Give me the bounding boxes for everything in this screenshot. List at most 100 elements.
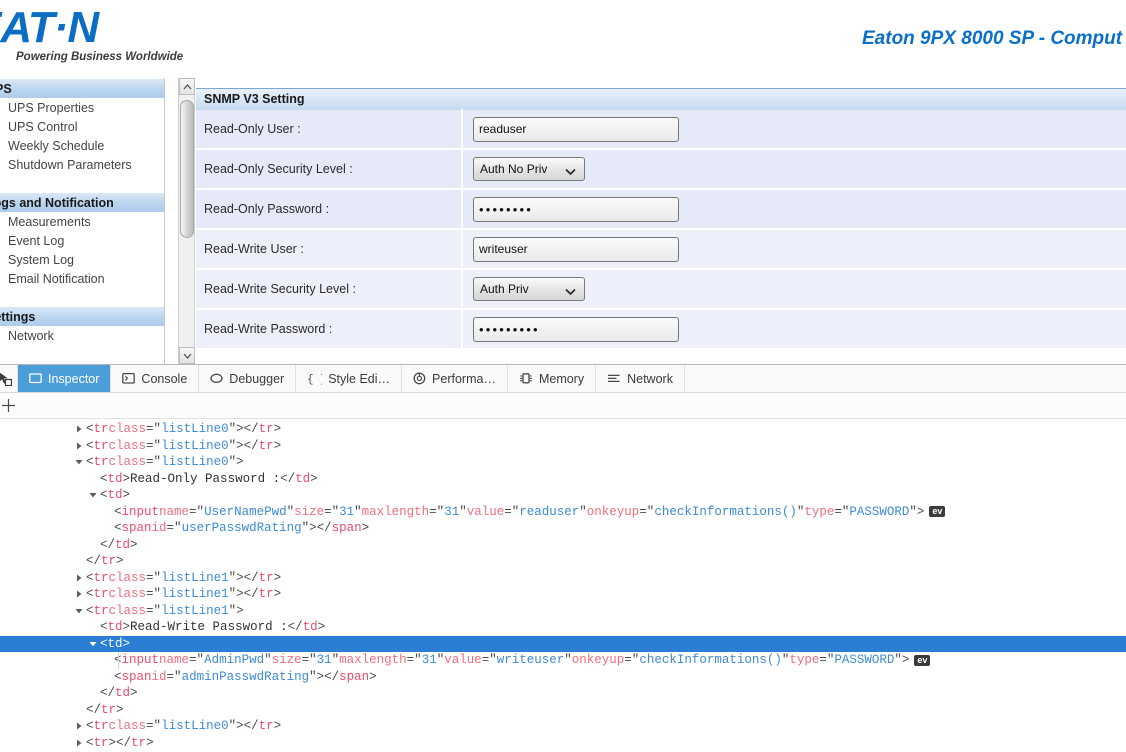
markup-token-punct: =" [146,422,162,436]
markup-line[interactable]: </td > [0,685,1126,702]
field-control-cell: readuser [461,109,1126,149]
tab-debugger[interactable]: Debugger [199,365,297,392]
markup-token-punct: =" [834,504,850,519]
scroll-up-arrow-icon[interactable] [179,78,195,95]
twisty-expanded-icon[interactable] [74,606,84,616]
read-only-user-input[interactable]: readuser [473,116,679,142]
markup-line[interactable]: < td > [0,635,1126,652]
markup-token-punct: =" [481,653,497,667]
markup-token-val: listLine0 [161,719,229,733]
markup-token-punct: "></ [228,587,259,601]
markup-line[interactable]: < span id =" adminPasswdRating "></span > [0,669,1126,686]
sidebar-item-ups-control[interactable]: UPS Control [0,118,164,137]
markup-token-tagname: span [121,521,152,535]
markup-token-punct: =" [146,587,162,601]
read-write-security-level-select[interactable]: Auth Priv [473,277,585,301]
read-write-password-input[interactable]: ••••••••• [473,316,679,342]
markup-line[interactable]: < input name =" UserNamePwd " size =" 31 " maxl… [0,504,1126,521]
twisty-expanded-icon[interactable] [74,457,84,467]
markup-token-attr: value [466,504,505,519]
twisty-collapsed-icon[interactable] [74,573,84,583]
markup-token-punct: =" [189,653,205,667]
read-only-password-input[interactable]: •••••••• [473,196,679,222]
tab-style-edi[interactable]: { } Style Edi… [296,365,403,392]
markup-line[interactable]: < span id =" userPasswdRating "></span > [0,520,1126,537]
markup-token-attr: size [271,653,302,667]
tab-console[interactable]: Console [111,365,200,392]
field-control-cell: writeuser [461,229,1126,269]
tab-label: Console [141,371,188,386]
tab-network[interactable]: Network [596,365,685,392]
scrollbar-thumb[interactable] [180,100,194,238]
form-row: Read-Write Security Level : Auth Priv [196,269,1126,310]
markup-token-punct: =" [624,653,640,667]
field-control-cell: •••••••• [461,189,1126,229]
markup-line[interactable]: </tr > [0,702,1126,719]
markup-token-attr: class [108,422,147,436]
tab-memory[interactable]: Memory [508,365,597,392]
sidebar-item-measurements[interactable]: Measurements [0,213,164,232]
markup-line[interactable]: < tr class =" listLine0 "></tr > [0,718,1126,735]
element-picker-icon[interactable] [0,365,18,392]
sidebar-item-ups-properties[interactable]: UPS Properties [0,99,164,118]
twisty-expanded-icon[interactable] [88,490,98,500]
markup-line[interactable]: < tr class =" listLine1 "></tr > [0,586,1126,603]
markup-token-attr: class [108,587,147,601]
plus-icon[interactable] [0,394,20,418]
twisty-collapsed-icon[interactable] [74,441,84,451]
read-only-security-level-select[interactable]: Auth No Priv [473,157,585,181]
sidebar-item-email-notification[interactable]: Email Notification [0,270,164,289]
markup-line[interactable]: < td > [0,487,1126,504]
markup-token-attr: value [444,653,482,667]
browser-page-viewport: EAT·N Powering Business Worldwide Eaton … [0,0,1126,364]
sidebar-item-network[interactable]: Network [0,327,164,346]
markup-token-punct: "> [228,455,244,469]
field-control-cell: Auth No Priv [461,149,1126,189]
sidebar-item-shutdown-parameters[interactable]: Shutdown Parameters [0,156,164,175]
markup-line[interactable]: < tr class =" listLine0 "> [0,454,1126,471]
event-listener-badge[interactable]: ev [914,654,931,666]
markup-token-val: 31 [421,653,437,667]
markup-token-val: checkInformations() [639,653,782,667]
markup-token-tagname: td [107,620,123,634]
markup-line[interactable]: < tr class =" listLine0 "></tr > [0,438,1126,455]
markup-token-punct: > [361,521,370,535]
markup-line[interactable]: <input name="AdminPwd" size="31" maxleng… [0,652,1126,669]
twisty-collapsed-icon[interactable] [74,589,84,599]
markup-line[interactable]: </td > [0,537,1126,554]
eaton-logo-wordmark: EAT·N [0,3,99,52]
twisty-expanded-icon[interactable] [88,639,98,649]
twisty-collapsed-icon[interactable] [74,424,84,434]
markup-line[interactable]: < tr class =" listLine0 "></tr > [0,421,1126,438]
markup-token-val: checkInformations() [654,504,797,519]
markup-view[interactable]: < tr class =" listLine0 "></tr > < tr class =" li… [0,419,1126,752]
tab-performa[interactable]: Performa… [402,365,508,392]
markup-token-punct: =" [639,504,655,519]
markup-token-val: listLine1 [161,603,229,618]
sidebar-item-event-log[interactable]: Event Log [0,232,164,251]
sidebar-item-weekly-schedule[interactable]: Weekly Schedule [0,137,164,156]
tab-inspector[interactable]: Inspector [18,365,112,392]
field-label: Read-Write Security Level : [204,282,356,296]
markup-line[interactable]: < tr class =" listLine1 "> [0,603,1126,620]
markup-line[interactable]: </tr > [0,553,1126,570]
twisty-collapsed-icon[interactable] [74,738,84,748]
markup-line[interactable]: < td > Read-Write Password : </td > [0,619,1126,636]
markup-token-punct: > [122,620,131,634]
markup-token-tagname: tr [101,702,117,717]
markup-token-punct: > [273,570,282,585]
markup-line[interactable]: < tr class =" listLine1 "></tr > [0,570,1126,587]
markup-token-punct: " [564,653,572,667]
snmp-v3-settings-panel: SNMP V3 Setting Read-Only User : readuser… [196,88,1126,360]
event-listener-badge[interactable]: ev [929,506,946,518]
page-vertical-scrollbar[interactable] [178,78,195,364]
markup-token-val: userPasswdRating [181,521,302,535]
markup-token-tagname: tr [258,422,274,436]
sidebar-item-system-log[interactable]: System Log [0,251,164,270]
twisty-collapsed-icon[interactable] [74,721,84,731]
markup-line[interactable]: <tr></tr> [0,735,1126,752]
read-write-user-input[interactable]: writeuser [473,236,679,262]
markup-line[interactable]: < td > Read-Only Password : </td > [0,471,1126,488]
svg-text:{ }: { } [307,374,322,385]
scroll-down-arrow-icon[interactable] [179,347,195,364]
